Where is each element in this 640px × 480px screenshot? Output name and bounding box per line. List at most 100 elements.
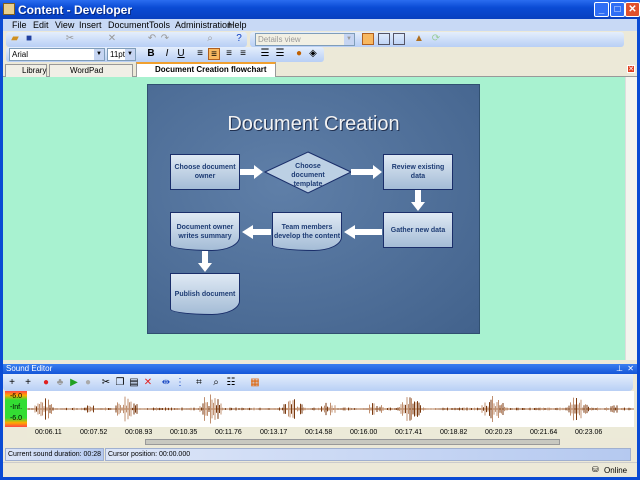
find-icon[interactable]: ⌕ [204, 33, 216, 45]
numbered-list-icon[interactable]: ☰ [274, 48, 286, 60]
stop-icon[interactable]: ● [82, 377, 94, 389]
view-select[interactable]: Details view ▼ [255, 33, 355, 46]
cut-icon[interactable]: ✂ [100, 377, 112, 389]
time-tick: 00:17.41 [395, 429, 423, 436]
menu-insert[interactable]: Insert [79, 20, 102, 30]
menu-edit[interactable]: Edit [33, 20, 49, 30]
time-tick: 00:23.06 [575, 429, 603, 436]
time-tick: 00:21.64 [530, 429, 558, 436]
copy-icon[interactable]: ❐ [114, 377, 126, 389]
sound-duration: Current sound duration: 00:28 [5, 448, 104, 461]
view-toolbar: Details view ▼ ▲ ⟳ [250, 32, 624, 47]
tab-label: Document Creation flowchart [155, 65, 267, 74]
online-icon: ⛁ [592, 465, 599, 474]
menu-bar: File Edit View Insert Document Tools Adm… [3, 19, 637, 31]
minimize-button[interactable]: _ [594, 2, 609, 17]
publish-icon[interactable]: ▲ [413, 33, 425, 45]
paste-icon[interactable]: ▤ [128, 377, 140, 389]
effects-icon[interactable]: ☷ [225, 377, 237, 389]
meter-value: -Inf. [9, 404, 23, 411]
waveform-scrollbar[interactable] [145, 439, 560, 445]
undo-icon[interactable]: ↶ [146, 33, 158, 45]
redo-icon[interactable]: ↷ [159, 33, 171, 45]
voice-icon[interactable]: ♣ [54, 377, 66, 389]
close-button[interactable]: ✕ [625, 2, 640, 17]
online-status: Online [604, 466, 628, 475]
time-tick: 00:13.17 [260, 429, 288, 436]
justify-icon[interactable]: ≡ [237, 48, 249, 60]
bullet-list-icon[interactable]: ☰ [259, 48, 271, 60]
time-tick: 00:16.00 [350, 429, 378, 436]
sound-editor-title: Sound Editor [6, 364, 53, 373]
flowchart-slide: Document Creation Choose document owner … [147, 84, 480, 334]
time-tick: 00:11.76 [215, 429, 242, 436]
save-icon[interactable]: ■ [23, 33, 35, 45]
sound-editor-header: Sound Editor ⊥ ✕ [3, 364, 637, 374]
time-tick: 00:20.23 [485, 429, 513, 436]
menu-administration[interactable]: Administration [175, 20, 232, 30]
tab-library[interactable]: Library [5, 64, 47, 77]
vertical-scrollbar[interactable] [625, 77, 637, 360]
pin-icon[interactable]: ⊥ [616, 364, 623, 374]
status-bar: ⛁ Online [3, 462, 637, 477]
menu-tools[interactable]: Tools [149, 20, 170, 30]
layout-single-icon[interactable] [362, 33, 374, 45]
menu-help[interactable]: Help [228, 20, 247, 30]
time-tick: 00:08.93 [125, 429, 153, 436]
menu-view[interactable]: View [55, 20, 74, 30]
flow-arrows [198, 165, 425, 272]
select-all-icon[interactable]: ⇹ [160, 377, 172, 389]
align-center-icon[interactable]: ≡ [208, 48, 220, 60]
chevron-down-icon: ▼ [94, 49, 104, 60]
font-select[interactable]: Arial ▼ [9, 48, 105, 61]
help-icon[interactable]: ? [233, 33, 245, 45]
font-color-icon[interactable]: ● [293, 48, 305, 60]
meter-value: -6.0 [9, 393, 23, 400]
underline-button[interactable]: U [175, 48, 187, 60]
open-icon[interactable]: ▰ [9, 33, 21, 45]
record-icon[interactable]: ● [40, 377, 52, 389]
font-size-select[interactable]: 11pt ▼ [107, 48, 136, 61]
cut-icon[interactable]: ✂ [64, 33, 76, 45]
align-right-icon[interactable]: ≡ [223, 48, 235, 60]
insert-sound-icon[interactable]: + [22, 377, 34, 389]
zoom-icon[interactable]: ⌕ [210, 377, 222, 389]
time-tick: 00:06.11 [35, 429, 62, 436]
app-icon [3, 3, 15, 15]
meter-value: -6.0 [9, 415, 23, 422]
tab-wordpad-training[interactable]: WordPad Training [49, 64, 133, 87]
cursor-position: Cursor position: 00:00.000 [105, 448, 631, 461]
waveform[interactable] [27, 391, 634, 427]
italic-button[interactable]: I [161, 48, 173, 60]
tab-document-creation-flowchart[interactable]: Document Creation flowchart ✕ [136, 62, 276, 86]
refresh-icon[interactable]: ⟳ [430, 33, 442, 45]
layout-horizontal-icon[interactable] [378, 33, 390, 45]
close-document-icon[interactable]: ✕ [627, 65, 635, 73]
tab-label: Library [22, 66, 47, 75]
crop-icon[interactable]: ⌗ [193, 377, 205, 389]
close-panel-icon[interactable]: ✕ [627, 364, 634, 374]
menu-document[interactable]: Document [108, 20, 149, 30]
play-icon[interactable]: ▶ [68, 377, 80, 389]
time-tick: 00:10.35 [170, 429, 198, 436]
fill-color-icon[interactable]: ◈ [307, 48, 319, 60]
maximize-button[interactable]: □ [610, 2, 625, 17]
align-left-icon[interactable]: ≡ [194, 48, 206, 60]
bold-button[interactable]: B [145, 48, 157, 60]
chevron-down-icon: ▼ [125, 49, 135, 60]
document-tabs: Library WordPad Training Document Creati… [3, 62, 637, 87]
time-tick: 00:07.52 [80, 429, 108, 436]
time-tick: 00:14.58 [305, 429, 333, 436]
time-tick: 00:18.82 [440, 429, 468, 436]
time-ruler: 00:06.11 00:07.52 00:08.93 00:10.35 00:11.76… [27, 427, 634, 438]
font-size-value: 11pt [110, 50, 125, 59]
add-sound-icon[interactable]: + [6, 377, 18, 389]
format-toolbar: Arial ▼ 11pt ▼ B I U ≡ ≡ ≡ ≡ ☰ ☰ ● ◈ [6, 47, 324, 62]
layout-vertical-icon[interactable] [393, 33, 405, 45]
menu-file[interactable]: File [12, 20, 27, 30]
spectrum-icon[interactable]: ▦ [249, 377, 261, 389]
level-meter: -6.0 -Inf. -6.0 [5, 391, 27, 427]
markers-icon[interactable]: ⋮ [174, 377, 186, 389]
delete-icon[interactable]: ✕ [142, 377, 154, 389]
delete-icon[interactable]: ✕ [106, 33, 118, 45]
